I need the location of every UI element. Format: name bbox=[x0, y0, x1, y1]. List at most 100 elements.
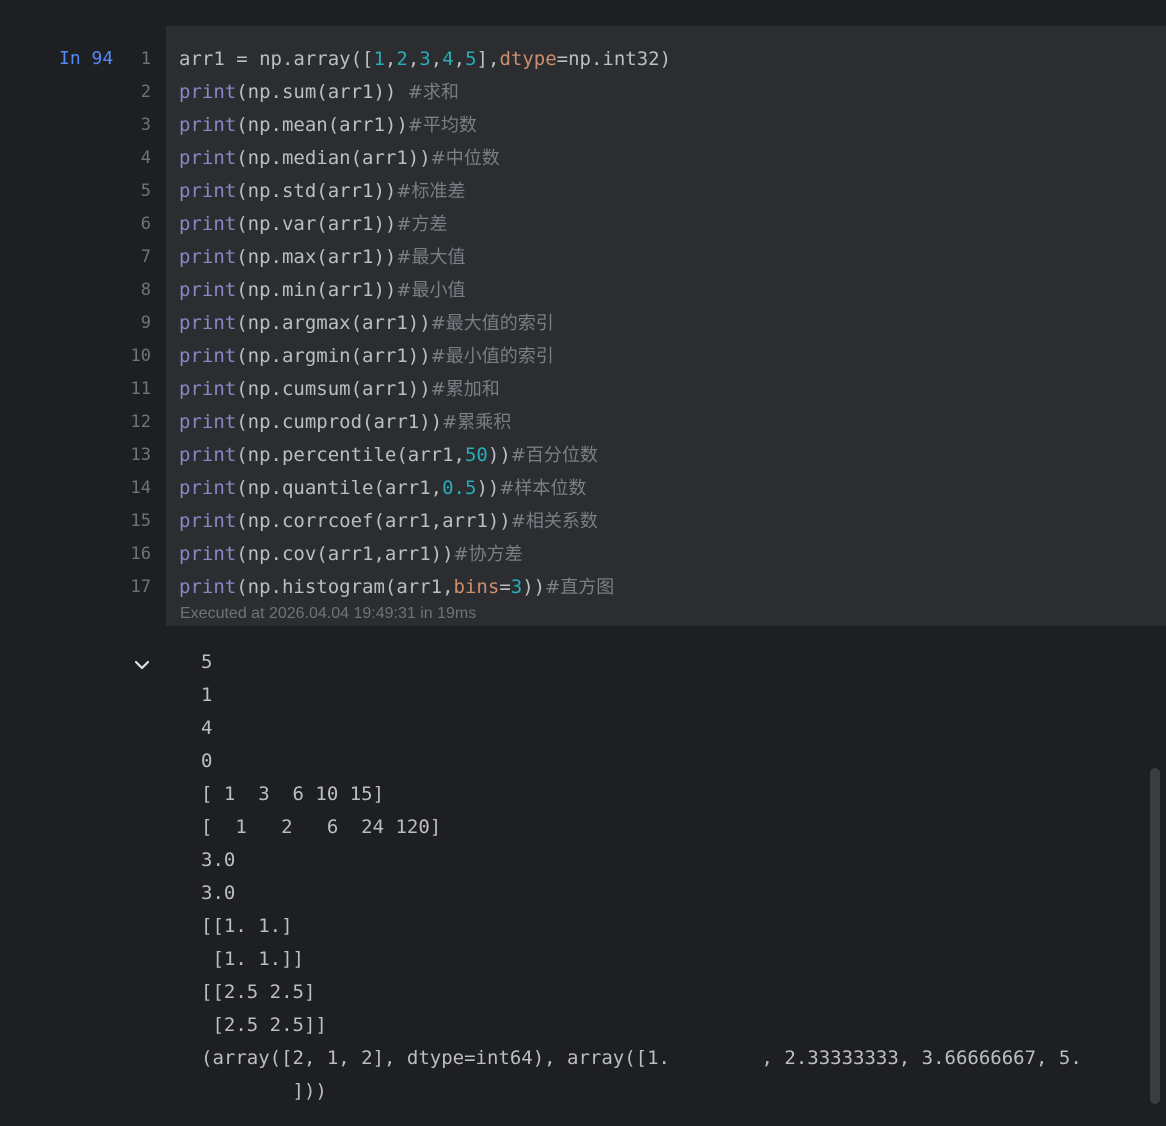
code-token: , bbox=[453, 48, 466, 70]
output-line: [[2.5 2.5] bbox=[201, 981, 316, 1003]
code-token: (np.corrcoef(arr1,arr1)) bbox=[236, 510, 511, 532]
code-comment: #协方差 bbox=[453, 544, 523, 565]
output-line: (array([2, 1, 2], dtype=int64), array([1… bbox=[201, 1047, 1082, 1069]
line-number: 3 bbox=[140, 115, 151, 135]
line-number: 12 bbox=[130, 412, 151, 432]
code-line[interactable]: print(np.var(arr1))#方差 bbox=[179, 212, 671, 245]
code-token: print bbox=[179, 147, 237, 169]
code-token: print bbox=[179, 444, 237, 466]
code-token: print bbox=[179, 114, 237, 136]
cell-output: 5 1 4 0 [ 1 3 6 10 15] [ 1 2 6 24 120] 3.0 3.0 [… bbox=[201, 650, 1082, 1112]
code-comment: #相关系数 bbox=[510, 511, 598, 532]
line-number: 4 bbox=[140, 148, 151, 168]
line-number: 10 bbox=[130, 346, 151, 366]
line-number: 7 bbox=[140, 247, 151, 267]
code-token: print bbox=[179, 510, 237, 532]
code-token: 4 bbox=[442, 48, 454, 70]
code-token: (np.sum(arr1)) bbox=[236, 81, 408, 103]
output-line: 5 bbox=[201, 651, 213, 673]
line-number: 15 bbox=[130, 511, 151, 531]
code-token: print bbox=[179, 213, 237, 235]
code-comment: #平均数 bbox=[407, 115, 477, 136]
code-token: 3 bbox=[510, 576, 523, 598]
line-number: 13 bbox=[130, 445, 151, 465]
code-token: print bbox=[179, 345, 237, 367]
code-token: , bbox=[407, 48, 420, 70]
code-token: 3 bbox=[419, 48, 431, 70]
code-token: (np.cumprod(arr1)) bbox=[236, 411, 443, 433]
notebook-view: In 94 1 2 3 4 5 6 7 8 9 10 11 12 13 14 15 16 17 arr1 = n… bbox=[0, 0, 1166, 1126]
code-line[interactable]: print(np.min(arr1))#最小值 bbox=[179, 278, 671, 311]
code-line[interactable]: print(np.argmax(arr1))#最大值的索引 bbox=[179, 311, 671, 344]
code-token: 1 bbox=[373, 48, 385, 70]
code-token: print bbox=[179, 378, 237, 400]
code-token: (np.cumsum(arr1)) bbox=[236, 378, 431, 400]
code-line[interactable]: print(np.mean(arr1))#平均数 bbox=[179, 113, 671, 146]
code-line[interactable]: print(np.argmin(arr1))#最小值的索引 bbox=[179, 344, 671, 377]
line-number: 14 bbox=[130, 478, 151, 498]
code-line[interactable]: print(np.percentile(arr1,50))#百分位数 bbox=[179, 443, 671, 476]
code-token: , bbox=[384, 48, 397, 70]
code-token: )) bbox=[487, 444, 511, 466]
output-line: [ 1 3 6 10 15] bbox=[201, 783, 385, 805]
output-line: ])) bbox=[201, 1080, 327, 1102]
code-token: print bbox=[179, 576, 237, 598]
output-scrollbar[interactable] bbox=[1150, 768, 1160, 1104]
code-line[interactable]: print(np.max(arr1))#最大值 bbox=[179, 245, 671, 278]
code-token: (np.percentile(arr1, bbox=[236, 444, 465, 466]
code-line[interactable]: print(np.std(arr1))#标准差 bbox=[179, 179, 671, 212]
execution-status: Executed at 2026.04.04 19:49:31 in 19ms bbox=[180, 605, 477, 622]
code-token: print bbox=[179, 279, 237, 301]
output-line: 3.0 bbox=[201, 882, 236, 904]
code-token: (np.argmin(arr1)) bbox=[236, 345, 431, 367]
output-line: [1. 1.]] bbox=[201, 948, 304, 970]
line-number: 16 bbox=[130, 544, 151, 564]
output-line: 4 bbox=[201, 717, 213, 739]
code-line[interactable]: print(np.cumprod(arr1))#累乘积 bbox=[179, 410, 671, 443]
code-line[interactable]: print(np.cov(arr1,arr1))#协方差 bbox=[179, 542, 671, 575]
execution-count-label: In 94 bbox=[59, 48, 114, 69]
code-comment: #累乘积 bbox=[442, 412, 512, 433]
code-editor[interactable]: arr1 = np.array([1,2,3,4,5],dtype=np.int… bbox=[179, 47, 671, 608]
code-token: print bbox=[179, 477, 237, 499]
code-line[interactable]: print(np.median(arr1))#中位数 bbox=[179, 146, 671, 179]
code-token: , bbox=[430, 48, 443, 70]
line-number: 8 bbox=[140, 280, 151, 300]
line-number-gutter: 1 2 3 4 5 6 7 8 9 10 11 12 13 14 15 16 17 bbox=[110, 47, 151, 608]
output-line: 1 bbox=[201, 684, 213, 706]
code-token: ], bbox=[476, 48, 500, 70]
code-token: arr1 = np.array([ bbox=[179, 48, 374, 70]
line-number: 6 bbox=[140, 214, 151, 234]
code-token: (np.mean(arr1)) bbox=[236, 114, 408, 136]
code-comment: #最小值的索引 bbox=[430, 346, 554, 367]
code-line[interactable]: arr1 = np.array([1,2,3,4,5],dtype=np.int… bbox=[179, 47, 671, 80]
code-comment: #最大值的索引 bbox=[430, 313, 554, 334]
code-comment: #中位数 bbox=[430, 148, 500, 169]
code-token: print bbox=[179, 312, 237, 334]
code-comment: #最小值 bbox=[396, 280, 466, 301]
code-comment: #求和 bbox=[407, 82, 459, 103]
code-line[interactable]: print(np.quantile(arr1,0.5))#样本位数 bbox=[179, 476, 671, 509]
code-token: 2 bbox=[396, 48, 408, 70]
code-line[interactable]: print(np.cumsum(arr1))#累加和 bbox=[179, 377, 671, 410]
line-number: 9 bbox=[140, 313, 151, 333]
line-number: 5 bbox=[140, 181, 151, 201]
output-line: 0 bbox=[201, 750, 213, 772]
code-token: (np.var(arr1)) bbox=[236, 213, 397, 235]
code-token: (np.min(arr1)) bbox=[236, 279, 397, 301]
code-token: print bbox=[179, 411, 237, 433]
code-comment: #标准差 bbox=[396, 181, 466, 202]
code-line[interactable]: print(np.sum(arr1)) #求和 bbox=[179, 80, 671, 113]
code-token: bins bbox=[453, 576, 500, 598]
output-line: [[1. 1.] bbox=[201, 915, 293, 937]
output-line: [ 1 2 6 24 120] bbox=[201, 816, 442, 838]
code-token: (np.std(arr1)) bbox=[236, 180, 397, 202]
chevron-down-icon[interactable] bbox=[131, 654, 153, 676]
code-comment: #最大值 bbox=[396, 247, 466, 268]
code-token: (np.max(arr1)) bbox=[236, 246, 397, 268]
code-line[interactable]: print(np.corrcoef(arr1,arr1))#相关系数 bbox=[179, 509, 671, 542]
code-token: )) bbox=[476, 477, 500, 499]
line-number: 2 bbox=[140, 82, 151, 102]
code-token: 50 bbox=[464, 444, 488, 466]
code-token: 5 bbox=[465, 48, 477, 70]
